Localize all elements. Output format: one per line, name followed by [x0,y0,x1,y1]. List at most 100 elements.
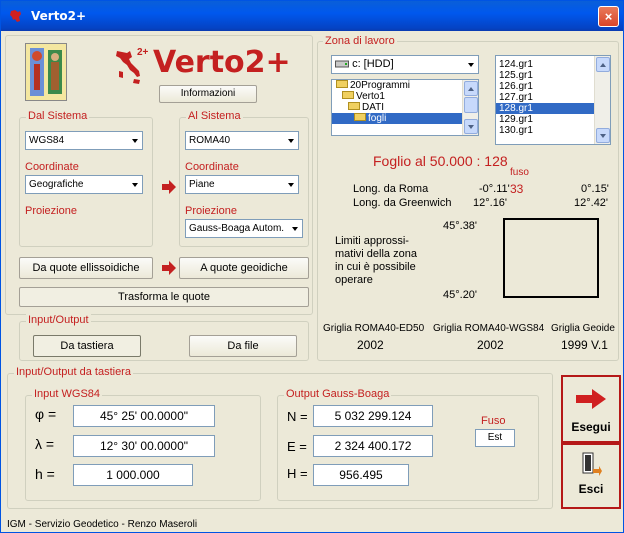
al-coord-select[interactable]: Piane [185,175,299,194]
long-greenwich-max: 12°.42' [574,197,609,209]
folder-name: DATI [362,102,385,113]
folder-name: Verto1 [356,91,385,102]
io-keyboard-legend: Input/Output da tastiera [14,366,133,378]
folder-icon [354,113,366,121]
app-name: Verto2+ [153,45,291,80]
output-gb-legend: Output Gauss-Boaga [284,388,392,400]
file-item[interactable]: 130.gr1 [496,125,610,136]
file-item[interactable]: 124.gr1 [496,59,610,70]
long-greenwich-min: 12°.16' [473,197,508,209]
limiti-line: in cui è possibile [335,261,416,273]
fuso-output-label: Fuso [481,415,506,427]
zone-box [503,218,599,298]
run-label: Esegui [571,420,611,434]
e-output[interactable]: 2 324 400.172 [313,435,433,457]
folder-name: 20Programmi [350,80,411,91]
foglio-title: Foglio al 50.000 : 128 [373,153,508,169]
limiti-line: mativi della zona [335,248,417,260]
limiti-line: operare [335,274,373,286]
grid1-label: Griglia ROMA40-ED50 [323,323,425,334]
n-output[interactable]: 5 032 299.124 [313,405,433,427]
lat-bottom: 45°.20' [443,289,478,301]
grid3-value: 1999 V.1 [561,338,608,352]
file-item[interactable]: 127.gr1 [496,92,610,103]
app-picture [25,43,67,101]
al-proj-select[interactable]: Gauss-Boaga Autom. [185,219,303,238]
h-input[interactable]: 1 000.000 [73,464,193,486]
scroll-up-icon[interactable] [596,57,610,72]
al-proj-value: Gauss-Boaga Autom. [189,223,285,234]
limiti-text: Limiti approssi- mativi della zona in cu… [335,235,417,287]
phi-label: φ = [35,406,57,422]
info-button[interactable]: Informazioni [159,85,257,103]
file-item[interactable]: 125.gr1 [496,70,610,81]
file-scrollbar[interactable] [594,56,610,144]
transform-heights-button[interactable]: Trasforma le quote [19,287,309,307]
folder-scrollbar[interactable] [462,80,478,135]
title-bar: Verto2+ × [1,1,623,31]
close-button[interactable]: × [598,6,619,27]
scroll-up-icon[interactable] [464,81,478,96]
lat-top: 45°.38' [443,220,478,232]
chevron-down-icon [286,220,302,237]
folder-icon [336,80,348,88]
app-icon [10,10,21,22]
folder-icon [342,91,354,99]
from-ellipsoidal-button[interactable]: Da quote ellissoidiche [19,257,153,279]
lambda-input[interactable]: 12° 30' 00.0000" [73,435,215,457]
zona-legend: Zona di lavoro [323,35,397,47]
dal-proj-label: Proiezione [25,205,77,217]
file-item[interactable]: 126.gr1 [496,81,610,92]
fuso-header: fuso [510,167,529,178]
hh-output[interactable]: 956.495 [313,464,409,486]
logo-superscript: 2+ [137,47,149,58]
chevron-down-icon [282,132,298,149]
scroll-thumb[interactable] [464,97,478,113]
file-item-selected[interactable]: 128.gr1 [496,103,594,114]
al-system-value: ROMA40 [189,135,231,146]
drive-icon [335,60,349,68]
folder-item-selected[interactable]: fogli [332,113,478,124]
folder-list[interactable]: 20Programmi Verto1 DATI fogli [331,79,479,136]
long-greenwich-label: Long. da Greenwich [353,197,452,209]
main-window: Verto2+ × 2+ Verto2+ Informazioni Dal Si… [0,0,624,533]
run-button[interactable]: Esegui [561,375,621,443]
scroll-down-icon[interactable] [596,128,610,143]
to-geoid-button[interactable]: A quote geoidiche [179,257,309,279]
al-system-select[interactable]: ROMA40 [185,131,299,150]
al-coord-value: Piane [189,179,215,190]
arrow-right-icon [162,261,176,275]
drive-value: c: [HDD] [352,58,394,70]
dal-coord-select[interactable]: Geografiche [25,175,143,194]
exit-label: Esci [578,482,604,496]
dal-sistema-legend: Dal Sistema [26,110,90,122]
file-list[interactable]: 124.gr1 125.gr1 126.gr1 127.gr1 128.gr1 … [495,55,611,145]
folder-item[interactable]: DATI [332,102,478,113]
folder-name: fogli [368,113,387,124]
window-title: Verto2+ [31,9,87,23]
file-item[interactable]: 129.gr1 [496,114,610,125]
folder-item[interactable]: 20Programmi [332,80,478,91]
grid2-label: Griglia ROMA40-WGS84 [433,323,545,334]
exit-door-icon [582,452,602,476]
dal-system-select[interactable]: WGS84 [25,131,143,150]
grid1-value: 2002 [357,338,384,352]
phi-input[interactable]: 45° 25' 00.0000" [73,405,215,427]
footer-credit: IGM - Servizio Geodetico - Renzo Maserol… [7,519,198,530]
fuso-output[interactable]: Est [475,429,515,447]
al-proj-label: Proiezione [185,205,237,217]
lambda-label: λ = [35,436,55,452]
input-output-legend: Input/Output [26,314,91,326]
folder-item[interactable]: Verto1 [332,91,478,102]
exit-button[interactable]: Esci [561,443,621,509]
al-coord-label: Coordinate [185,161,239,173]
n-label: N = [287,409,308,424]
file-input-button[interactable]: Da file [189,335,297,357]
scroll-down-icon[interactable] [464,119,478,134]
al-sistema-legend: Al Sistema [186,110,243,122]
h-label: h = [35,466,55,482]
dal-system-value: WGS84 [29,135,65,146]
drive-select[interactable]: c: [HDD] [331,55,479,74]
limiti-line: Limiti approssi- [335,235,409,247]
keyboard-input-button[interactable]: Da tastiera [33,335,141,357]
